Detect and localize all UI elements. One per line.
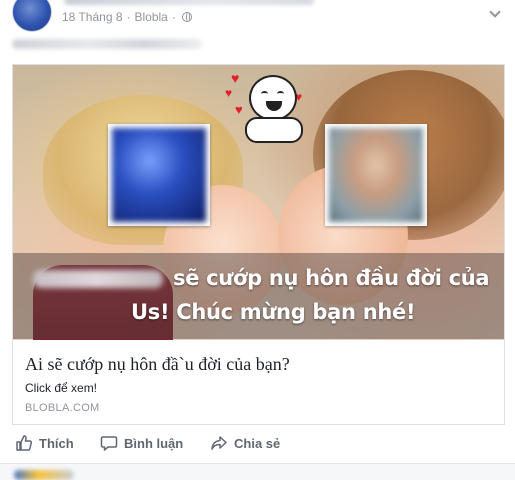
overlay-text-line1: sẽ cướp nụ hôn đầu đời của [173, 266, 490, 290]
card-description: Click để xem! [25, 381, 98, 395]
reactions-footer [0, 463, 515, 480]
card-text-area[interactable]: Ai sẽ cướp nụ hôn đầ`u đời của bạn? Clic… [13, 340, 504, 424]
profile-photo-right [325, 124, 427, 226]
card-title[interactable]: Ai sẽ cướp nụ hôn đầ`u đời của bạn? [25, 354, 290, 375]
thumbs-up-icon [16, 435, 33, 451]
share-button[interactable]: Chia sẻ [210, 434, 280, 452]
heart-icon: ♥ [231, 70, 240, 86]
like-button[interactable]: Thích [15, 434, 74, 452]
post-actions: Thích Bình luận Chia sẻ [0, 430, 515, 458]
share-label: Chia sẻ [234, 435, 281, 451]
globe-icon[interactable] [181, 12, 192, 22]
overlay-name-blurred [33, 270, 163, 288]
card-domain: BLOBLA.COM [25, 402, 100, 414]
post-header: 18 Tháng 8 · Blobla · [0, 0, 515, 34]
post-caption-blurred [12, 39, 202, 49]
post-date[interactable]: 18 Tháng 8 [62, 10, 123, 24]
avatar[interactable] [12, 0, 52, 32]
heart-icon: ♥ [225, 86, 233, 100]
blurred-photo [329, 128, 423, 222]
comment-icon [100, 436, 118, 451]
link-preview-card[interactable]: ♥ ♥ ♥ ♥ ♥ sẽ cướp nụ hôn đầu đời của Us!… [12, 64, 505, 425]
share-icon [211, 436, 227, 450]
post-app[interactable]: Blobla [135, 10, 168, 24]
overlay-text-line2: Us! Chúc mừng bạn nhé! [131, 300, 416, 324]
emoji-hands [245, 117, 303, 143]
comment-button[interactable]: Bình luận [100, 434, 183, 452]
author-name-blurred[interactable] [64, 0, 314, 5]
blurred-photo [112, 128, 206, 222]
separator-dot: · [126, 10, 131, 24]
comment-label: Bình luận [124, 435, 184, 451]
card-image[interactable]: ♥ ♥ ♥ ♥ ♥ sẽ cướp nụ hôn đầu đời của Us!… [13, 65, 504, 340]
emoji-mouth [266, 101, 282, 111]
reactions-blurred[interactable] [14, 470, 74, 480]
separator-dot: · [171, 10, 176, 24]
chevron-down-icon[interactable] [489, 6, 501, 18]
smug-emoji-icon [249, 75, 297, 121]
profile-photo-left [108, 124, 210, 226]
heart-icon: ♥ [235, 102, 243, 117]
post-meta: 18 Tháng 8 · Blobla · [62, 10, 192, 24]
like-label: Thích [39, 435, 74, 451]
